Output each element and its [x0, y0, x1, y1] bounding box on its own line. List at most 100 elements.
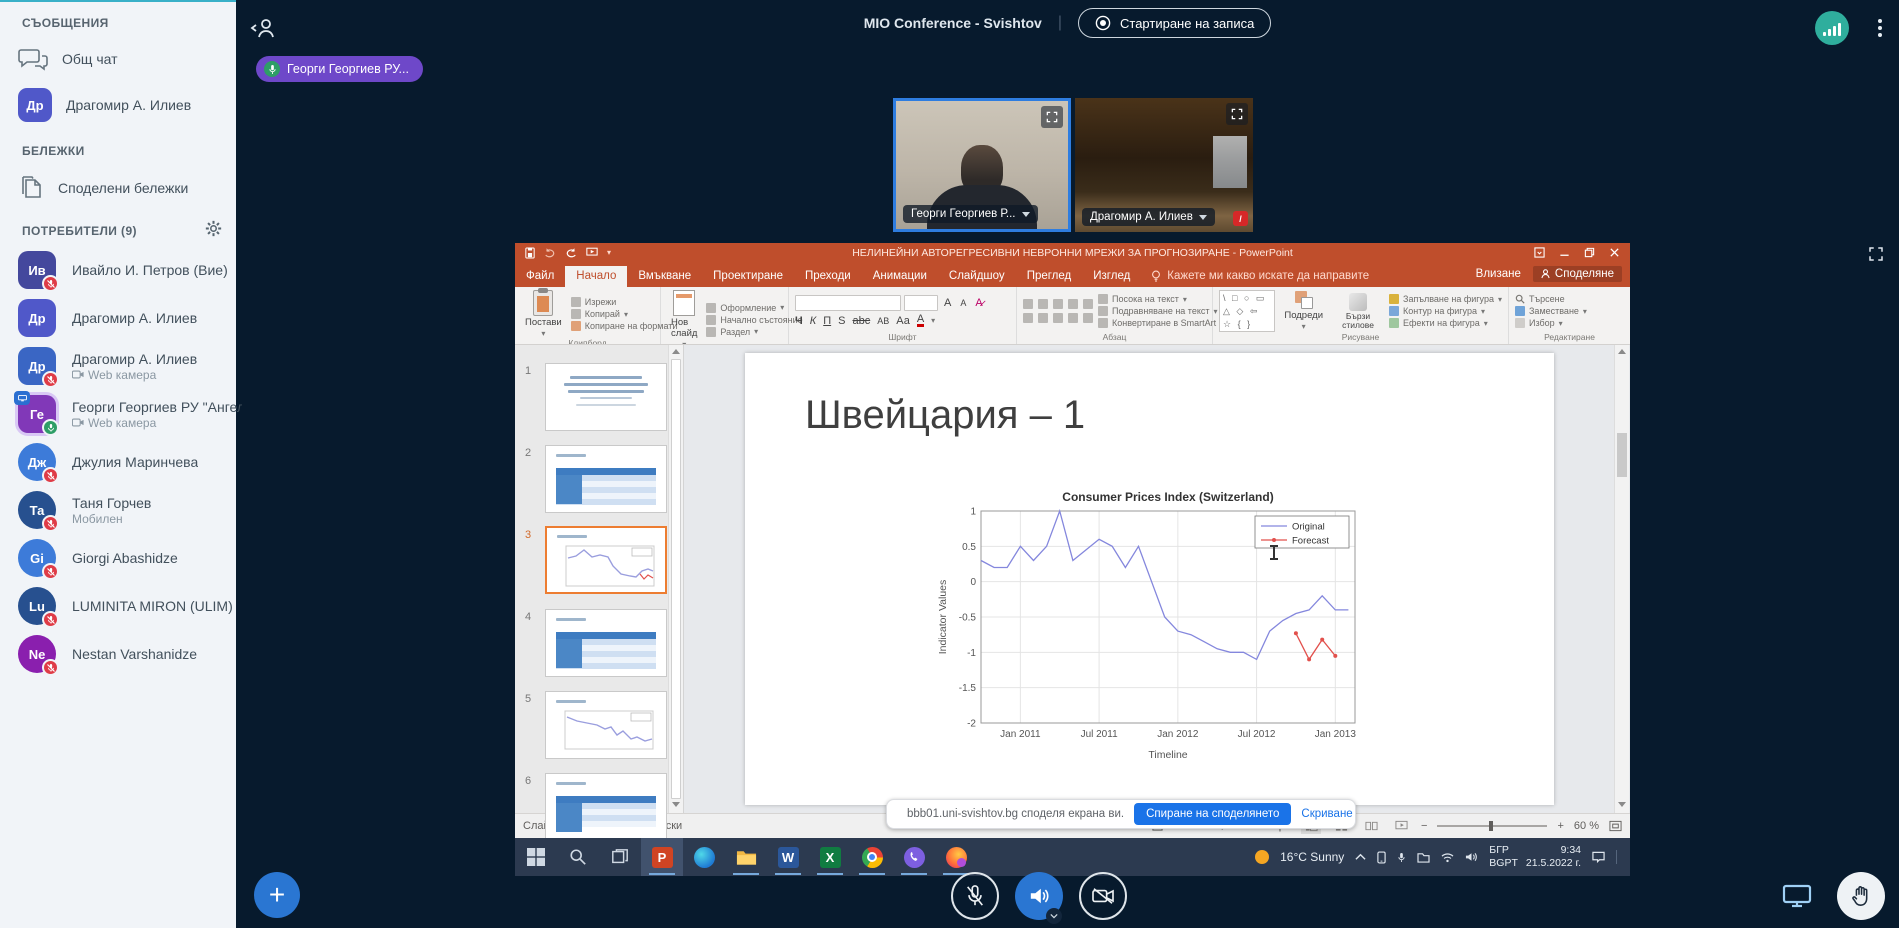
tab-home[interactable]: Начало	[565, 266, 627, 287]
bullets-icon[interactable]	[1023, 299, 1033, 309]
taskbar-app-search[interactable]	[557, 838, 599, 876]
columns-icon[interactable]	[1083, 313, 1093, 323]
raise-hand-button[interactable]	[1837, 872, 1885, 920]
strikethrough-button[interactable]: abc	[852, 315, 870, 327]
numbering-icon[interactable]	[1038, 299, 1048, 309]
public-chat-item[interactable]: Общ чат	[0, 38, 236, 80]
taskbar-app-task-view[interactable]	[599, 838, 641, 876]
thumbnails-scrollbar[interactable]	[668, 345, 683, 813]
align-left-icon[interactable]	[1023, 313, 1033, 323]
paste-button[interactable]: Постави▾	[521, 290, 566, 338]
tab-animations[interactable]: Анимации	[862, 266, 938, 287]
restore-icon[interactable]	[1584, 247, 1595, 258]
slideshow-view-button[interactable]	[1391, 817, 1411, 834]
tab-view[interactable]: Изглед	[1082, 266, 1141, 287]
fit-to-window-icon[interactable]	[1609, 820, 1622, 832]
close-icon[interactable]	[1609, 247, 1620, 258]
webcam-fullscreen-button[interactable]	[1226, 103, 1248, 125]
arrange-button[interactable]: Подреди▾	[1280, 291, 1327, 331]
taskbar-app-viber[interactable]	[893, 838, 935, 876]
user-list-item[interactable]: ТаТаня ГорчевМобилен	[0, 486, 236, 534]
manage-users-gear-icon[interactable]	[205, 220, 222, 237]
ribbon-options-icon[interactable]	[1534, 247, 1545, 258]
taskbar-app-edge[interactable]	[683, 838, 725, 876]
show-desktop-button[interactable]	[1616, 850, 1620, 864]
taskbar-app-word[interactable]: W	[767, 838, 809, 876]
start-recording-button[interactable]: Стартиране на записа	[1078, 8, 1271, 38]
user-list-item[interactable]: GiGiorgi Abashidze	[0, 534, 236, 582]
tell-me-box[interactable]: Кажете ми какво искате да направите	[1141, 266, 1379, 287]
new-slide-button[interactable]: Нов слайд▾	[667, 290, 701, 345]
input-language[interactable]: БГР	[1489, 844, 1509, 857]
indent-increase-icon[interactable]	[1068, 299, 1078, 309]
clock-date[interactable]: 21.5.2022 г.	[1526, 857, 1581, 870]
shadow-button[interactable]: S	[838, 315, 845, 327]
user-list-item[interactable]: LuLUMINITA MIRON (ULIM)	[0, 582, 236, 630]
italic-button[interactable]: К	[810, 315, 816, 327]
toggle-userlist-button[interactable]	[248, 13, 286, 43]
tray-expand-chevron[interactable]	[1355, 853, 1366, 861]
webcam-name-dropdown[interactable]: Драгомир А. Илиев	[1082, 208, 1215, 226]
grow-font-button[interactable]: А	[941, 297, 954, 309]
shared-notes-item[interactable]: Споделени бележки	[0, 166, 236, 210]
tab-slideshow[interactable]: Слайдшоу	[938, 266, 1016, 287]
tab-transitions[interactable]: Преходи	[794, 266, 862, 287]
start-slideshow-icon[interactable]	[586, 247, 598, 258]
minimize-icon[interactable]	[1559, 247, 1570, 258]
font-name-combo[interactable]	[795, 295, 901, 311]
weather-label[interactable]: 16°C Sunny	[1280, 850, 1344, 864]
hide-toast-button[interactable]: Скриване	[1301, 808, 1352, 820]
thumbnail-slide-2[interactable]	[545, 445, 667, 513]
taskbar-app-start[interactable]	[515, 838, 557, 876]
webcam-name-dropdown[interactable]: Георги Георгиев Р...	[903, 205, 1038, 223]
mute-toggle-button[interactable]	[951, 872, 999, 920]
share-button[interactable]: Споделяне	[1533, 266, 1622, 282]
tab-insert[interactable]: Вмъкване	[627, 266, 702, 287]
find-button[interactable]: Търсене	[1515, 294, 1587, 304]
redo-icon[interactable]	[565, 247, 577, 258]
zoom-level[interactable]: 60 %	[1574, 820, 1599, 832]
font-color-button[interactable]: А	[917, 314, 924, 327]
user-list-item[interactable]: ДжДжулия Маринчева	[0, 438, 236, 486]
user-list-item[interactable]: ДрДрагомир А. Илиев	[0, 294, 236, 342]
thumbnail-slide-3-selected[interactable]	[545, 526, 667, 594]
justify-icon[interactable]	[1068, 313, 1078, 323]
taskbar-app-powerpoint[interactable]: P	[641, 838, 683, 876]
user-list-item[interactable]: ДрДрагомир А. ИлиевWeb камера	[0, 342, 236, 390]
align-text-button[interactable]: Подравняване на текст ▾	[1098, 306, 1224, 316]
restore-presentation-button[interactable]	[1773, 872, 1821, 920]
char-spacing-button[interactable]: АВ	[877, 316, 889, 326]
line-spacing-icon[interactable]	[1083, 299, 1093, 309]
taskbar-app-file-explorer[interactable]	[725, 838, 767, 876]
user-list-item[interactable]: ГеГеорги Георгиев РУ "Ангел Кънч...Web к…	[0, 390, 236, 438]
zoom-out-button[interactable]: −	[1421, 820, 1427, 832]
keyboard-layout[interactable]: BGPT	[1489, 857, 1518, 870]
audio-device-chevron[interactable]	[1046, 908, 1062, 924]
thumbnail-slide-1[interactable]	[545, 363, 667, 431]
taskbar-app-chrome[interactable]	[851, 838, 893, 876]
tab-review[interactable]: Преглед	[1016, 266, 1083, 287]
zoom-in-button[interactable]: +	[1557, 820, 1563, 832]
clock-time[interactable]: 9:34	[1561, 844, 1581, 857]
taskbar-app-firefox[interactable]	[935, 838, 977, 876]
folder-tray-icon[interactable]	[1417, 852, 1430, 863]
thumbnail-slide-5[interactable]	[545, 691, 667, 759]
user-list-item[interactable]: NeNestan Varshanidze	[0, 630, 236, 678]
shape-effects-button[interactable]: Ефекти на фигура ▾	[1389, 318, 1502, 328]
actions-plus-button[interactable]: +	[254, 872, 300, 918]
align-right-icon[interactable]	[1053, 313, 1063, 323]
thumbnail-slide-6[interactable]	[545, 773, 667, 841]
webcam-fullscreen-button[interactable]	[1041, 106, 1063, 128]
underline-button[interactable]: П	[823, 315, 831, 327]
user-list-item[interactable]: ИвИвайло И. Петров (Вие)	[0, 246, 236, 294]
talking-indicator[interactable]: Георги Георгиев РУ...	[256, 56, 423, 82]
webcam-toggle-button[interactable]	[1079, 872, 1127, 920]
reading-view-button[interactable]	[1361, 817, 1381, 834]
qat-customize-chevron[interactable]: ▾	[607, 248, 611, 257]
sign-in-button[interactable]: Влизане	[1476, 268, 1521, 280]
clear-formatting-button[interactable]: A̷	[972, 297, 985, 309]
shapes-gallery[interactable]: \ □ ○ ▭ △ ◇ ⇦ ☆ { }	[1219, 290, 1275, 332]
save-icon[interactable]	[525, 247, 535, 259]
volume-tray-icon[interactable]	[1465, 851, 1478, 863]
shrink-font-button[interactable]: А	[957, 298, 969, 308]
